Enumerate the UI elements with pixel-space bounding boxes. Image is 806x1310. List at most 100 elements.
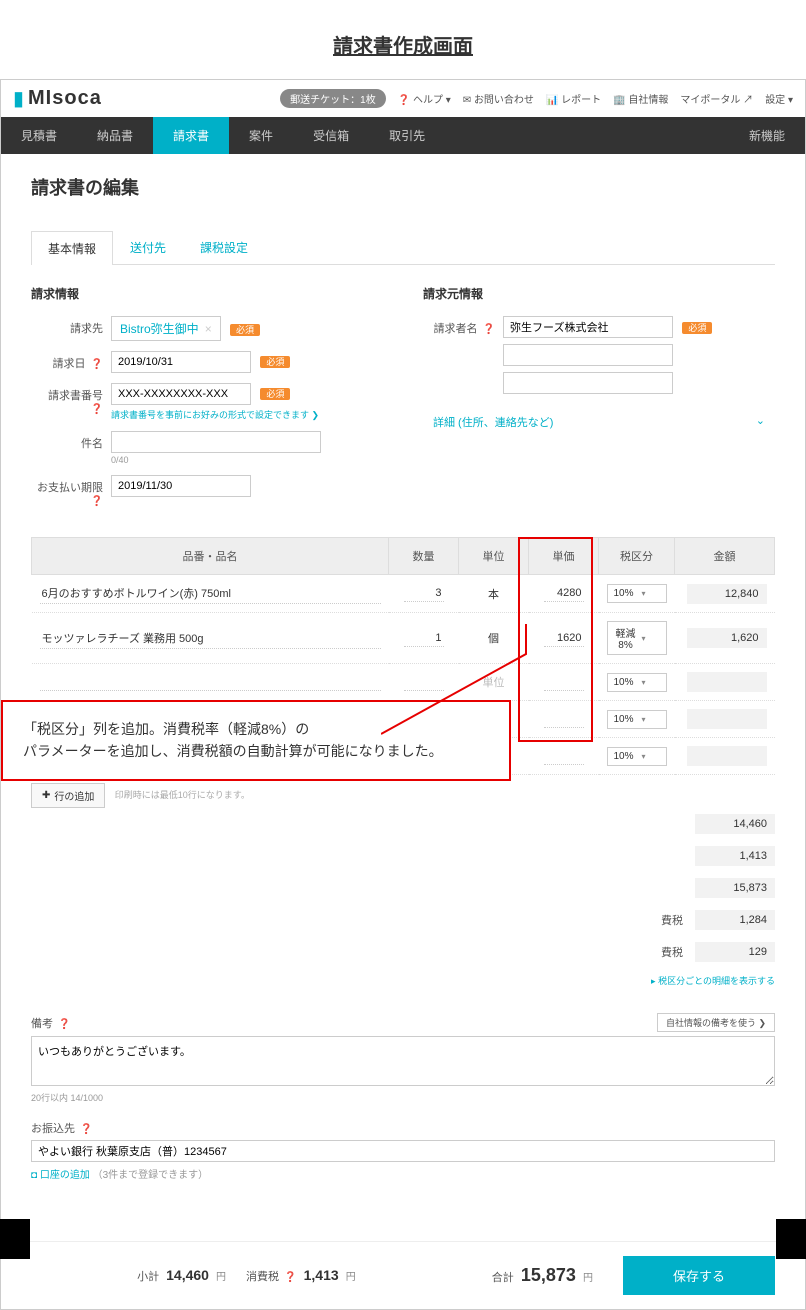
- item-amount: [687, 672, 767, 692]
- sender-detail-toggle[interactable]: 詳細 (住所、連絡先など) ⌄: [423, 414, 775, 430]
- footer-bar: 小計 14,460 円 消費税 ❓ 1,413 円 合計 15,873 円 保存…: [1, 1241, 805, 1309]
- subject-counter: 0/40: [111, 455, 383, 465]
- sender-section-heading: 請求元情報: [423, 285, 775, 302]
- report-link[interactable]: 📊 レポート: [546, 91, 601, 106]
- recipient-chip[interactable]: Bistro弥生御中 ×: [111, 316, 221, 341]
- tax-select[interactable]: 10%: [607, 747, 667, 766]
- topbar: ▮ MIsoca 郵送チケット：1枚 ❓ ヘルプ ▾ ✉ お問い合わせ 📊 レポ…: [1, 80, 805, 117]
- nav-quote[interactable]: 見積書: [1, 117, 77, 154]
- portal-link[interactable]: マイポータル ↗: [680, 91, 753, 106]
- chevron-down-icon: ⌄: [756, 414, 765, 430]
- nav-new[interactable]: 新機能: [729, 117, 805, 154]
- date-input[interactable]: [111, 351, 251, 373]
- item-name-input[interactable]: 6月のおすすめボトルワイン(赤) 750ml: [40, 583, 381, 604]
- notes-label: 備考: [31, 1018, 53, 1030]
- nav-client[interactable]: 取引先: [369, 117, 445, 154]
- contact-link[interactable]: ✉ お問い合わせ: [463, 91, 534, 106]
- sender-extra-input-1[interactable]: [503, 344, 673, 366]
- col-unit-header: 単位: [459, 538, 529, 575]
- col-qty-header: 数量: [389, 538, 459, 575]
- nav-invoice[interactable]: 請求書: [153, 117, 229, 154]
- grand-total-value: 15,873: [695, 878, 775, 898]
- sender-name-input[interactable]: [503, 316, 673, 338]
- required-badge: 必須: [682, 322, 712, 334]
- item-amount: 12,840: [687, 584, 767, 604]
- subject-label: 件名: [31, 431, 111, 451]
- item-price-input[interactable]: 1620: [544, 630, 584, 647]
- save-button[interactable]: 保存する: [623, 1256, 775, 1295]
- recipient-remove-icon[interactable]: ×: [205, 322, 212, 336]
- tax-select[interactable]: 10%: [607, 710, 667, 729]
- tax-select[interactable]: 10%: [607, 673, 667, 692]
- nav-delivery[interactable]: 納品書: [77, 117, 153, 154]
- main-nav: 見積書 納品書 請求書 案件 受信箱 取引先 新機能: [1, 117, 805, 154]
- help-icon[interactable]: ❓: [91, 496, 103, 507]
- logo-text: MIsoca: [28, 87, 102, 110]
- add-account-link[interactable]: ◘ 口座の追加 （3件まで登録できます）: [31, 1166, 775, 1181]
- settings-link[interactable]: 設定 ▾: [765, 91, 793, 106]
- bank-input[interactable]: [31, 1140, 775, 1162]
- tax-select[interactable]: 軽減 8%: [607, 621, 667, 655]
- item-unit-input[interactable]: 個: [488, 633, 499, 645]
- due-input[interactable]: [111, 475, 251, 497]
- col-tax-header: 税区分: [599, 538, 675, 575]
- item-qty-input[interactable]: [404, 674, 444, 691]
- use-company-notes-button[interactable]: 自社情報の備考を使う ❯: [657, 1013, 775, 1032]
- help-icon[interactable]: ❓: [483, 324, 495, 335]
- item-unit-input[interactable]: 本: [488, 589, 499, 601]
- item-amount: [687, 709, 767, 729]
- table-row: モッツァレラチーズ 業務用 500g1個1620軽減 8%1,620: [32, 613, 775, 664]
- item-price-input[interactable]: 4280: [544, 585, 584, 602]
- tab-basic[interactable]: 基本情報: [31, 231, 113, 265]
- tax-breakdown-link[interactable]: ▸ 税区分ごとの明細を表示する: [651, 974, 775, 987]
- ticket-badge: 郵送チケット：1枚: [280, 89, 386, 108]
- invoice-no-label: 請求書番号 ❓: [31, 383, 111, 415]
- sender-name-label: 請求者名 ❓: [423, 316, 503, 336]
- tax-select[interactable]: 10%: [607, 584, 667, 603]
- subtotal-value: 14,460: [695, 814, 775, 834]
- page-title: 請求書の編集: [31, 174, 775, 200]
- sender-extra-input-2[interactable]: [503, 372, 673, 394]
- item-unit-input[interactable]: 単位: [483, 677, 505, 689]
- table-row: 6月のおすすめボトルワイン(赤) 750ml 3 本 4280 10% 12,840: [32, 575, 775, 613]
- invoice-no-input[interactable]: [111, 383, 251, 405]
- col-price-header: 単価: [529, 538, 599, 575]
- item-name-input[interactable]: [40, 674, 381, 691]
- tab-tax[interactable]: 課税設定: [183, 230, 265, 264]
- item-price-input[interactable]: [544, 674, 584, 691]
- item-name-input[interactable]: モッツァレラチーズ 業務用 500g: [40, 628, 381, 649]
- footer-tax-label: 消費税: [246, 1271, 279, 1283]
- date-label: 請求日 ❓: [31, 351, 111, 371]
- required-badge: 必須: [260, 388, 290, 400]
- tab-dest[interactable]: 送付先: [113, 230, 183, 264]
- table-row: 単位 10%: [32, 664, 775, 701]
- nav-project[interactable]: 案件: [229, 117, 293, 154]
- help-icon[interactable]: ❓: [58, 1019, 70, 1030]
- subject-input[interactable]: [111, 431, 321, 453]
- notes-textarea[interactable]: [31, 1036, 775, 1086]
- tax-total-value: 1,413: [695, 846, 775, 866]
- required-badge: 必須: [260, 356, 290, 368]
- help-icon[interactable]: ❓: [284, 1272, 296, 1283]
- nav-inbox[interactable]: 受信箱: [293, 117, 369, 154]
- help-icon[interactable]: ❓: [91, 359, 103, 370]
- required-badge: 必須: [230, 324, 260, 336]
- tax1-value: 1,284: [695, 910, 775, 930]
- logo-icon: ▮: [13, 86, 24, 111]
- help-icon[interactable]: ❓: [80, 1124, 92, 1135]
- billing-section-heading: 請求情報: [31, 285, 383, 302]
- due-label: お支払い期限 ❓: [31, 475, 111, 507]
- logo[interactable]: ▮ MIsoca: [13, 86, 102, 111]
- screen-title: 請求書作成画面: [0, 0, 806, 79]
- item-price-input[interactable]: [544, 748, 584, 765]
- help-link[interactable]: ❓ ヘルプ ▾: [398, 91, 451, 106]
- add-row-button[interactable]: ✚ 行の追加: [31, 783, 105, 808]
- item-qty-input[interactable]: 1: [404, 630, 444, 647]
- help-icon[interactable]: ❓: [91, 404, 103, 415]
- col-name-header: 品番・品名: [32, 538, 389, 575]
- company-link[interactable]: 🏢 自社情報: [613, 91, 668, 106]
- item-price-input[interactable]: [544, 711, 584, 728]
- item-qty-input[interactable]: 3: [404, 585, 444, 602]
- invoice-no-help[interactable]: 請求書番号を事前にお好みの形式で設定できます ❯: [111, 408, 383, 421]
- bank-label: お振込先: [31, 1123, 75, 1135]
